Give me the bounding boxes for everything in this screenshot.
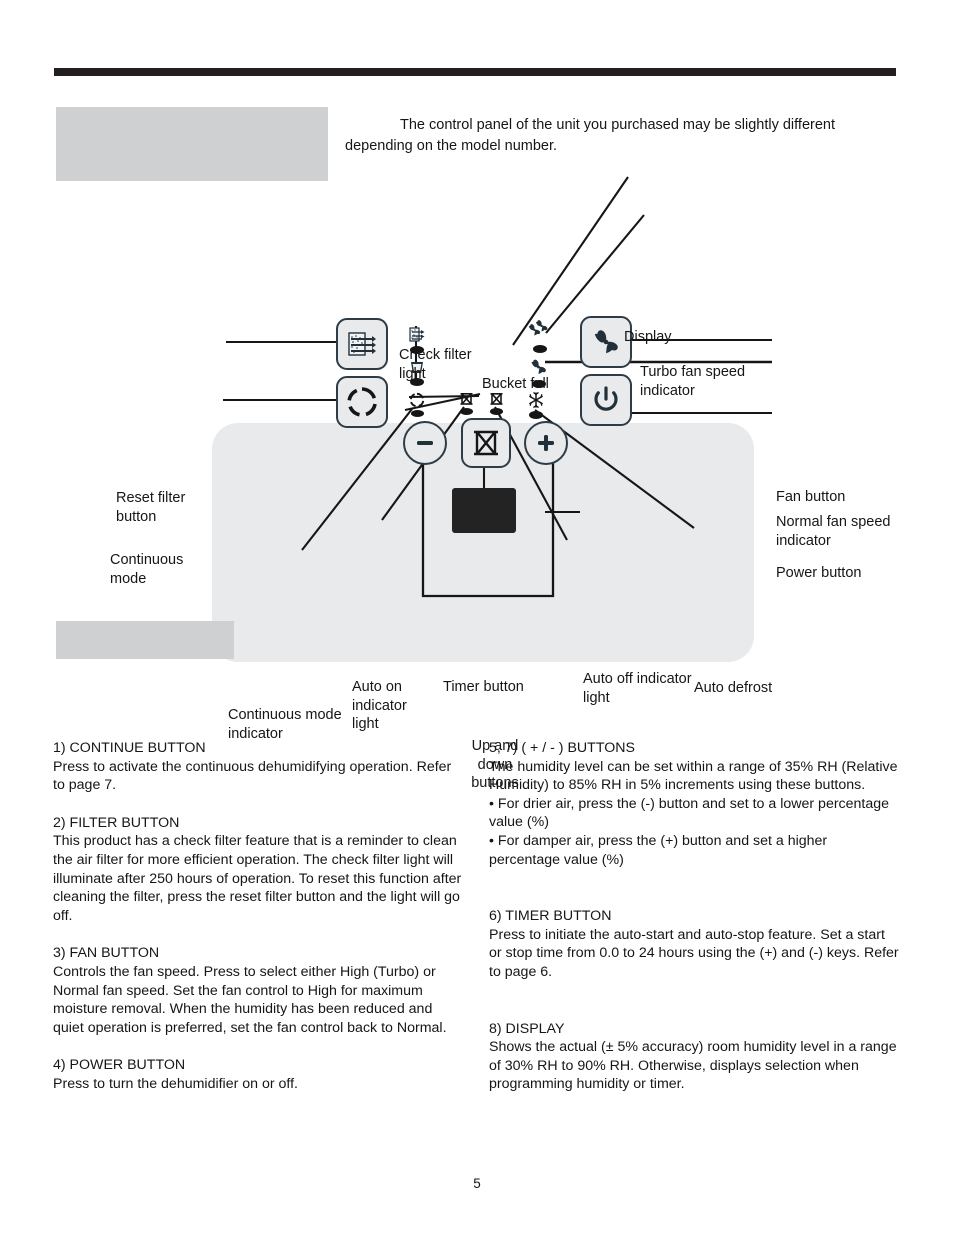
hourglass-small-icon	[460, 392, 473, 405]
section-body: This product has a check filter feature …	[53, 833, 462, 924]
label-reset-filter-button: Reset filter button	[116, 490, 186, 525]
label-display: Display	[624, 329, 672, 345]
auto-on-led	[460, 408, 473, 415]
right-text-column: 5, 7) ( + / - ) BUTTONS The humidity lev…	[489, 739, 899, 1094]
label-auto-defrost: Auto defrost	[694, 680, 773, 696]
fan-icon	[594, 330, 618, 354]
control-panel-diagram: Check filter light Bucket full Display T…	[0, 160, 954, 791]
section-body: Controls the fan speed. Press to select …	[53, 963, 447, 1036]
column-spacer	[489, 1001, 899, 1020]
section-body: Press to turn the dehumidifier on or off…	[53, 1075, 298, 1092]
continuous-mode-button[interactable]	[336, 376, 388, 428]
auto-defrost-led	[529, 411, 543, 419]
plus-icon	[538, 435, 554, 451]
double-fan-icon	[528, 320, 548, 336]
turbo-fan-led	[533, 345, 547, 353]
intro-paragraph: The control panel of the unit you purcha…	[345, 117, 835, 154]
section-heading: 1) CONTINUE BUTTON	[53, 740, 206, 756]
power-icon	[594, 386, 618, 411]
section-heading: 6) TIMER BUTTON	[489, 908, 612, 925]
label-bucket-full: Bucket full	[482, 376, 549, 392]
hourglass-small-icon	[490, 392, 503, 405]
section-plus-minus-buttons: 5, 7) ( + / - ) BUTTONS The humidity lev…	[489, 739, 899, 869]
label-turbo-fan-speed-indicator: Turbo fan speed indicator	[640, 364, 746, 399]
section-heading: 8) DISPLAY	[489, 1020, 565, 1037]
auto-off-indicator	[489, 392, 504, 415]
section-body: Press to initiate the auto-start and aut…	[489, 926, 899, 980]
continuous-mode-led	[410, 410, 424, 417]
column-spacer	[489, 888, 899, 907]
section-bullet: • For drier air, press the (-) button an…	[489, 795, 890, 831]
label-timer-button: Timer button	[443, 679, 524, 695]
section-body: Shows the actual (± 5% accuracy) room hu…	[489, 1039, 897, 1093]
label-normal-fan-speed-indicator: Normal fan speed indicator	[776, 514, 891, 549]
label-auto-off-indicator-light: Auto off indicator light	[583, 671, 692, 706]
single-fan-icon	[531, 359, 546, 374]
redacted-subheading-block	[56, 621, 234, 659]
header-rule	[54, 68, 896, 76]
continuous-cycle-icon	[347, 387, 377, 417]
section-timer-button: 6) TIMER BUTTON Press to initiate the au…	[489, 907, 899, 981]
section-heading: 3) FAN BUTTON	[53, 945, 160, 962]
section-power-button: 4) POWER BUTTON Press to turn the dehumi…	[53, 1056, 463, 1093]
section-fan-button: 3) FAN BUTTON Controls the fan speed. Pr…	[53, 944, 463, 1037]
label-auto-on-indicator-light: Auto on indicator light	[352, 679, 407, 732]
label-continuous-mode-indicator: Continuous mode indicator	[228, 707, 342, 742]
filter-arrows-small-icon	[409, 327, 425, 342]
page-number: 5	[473, 1176, 481, 1191]
auto-defrost-indicator	[528, 392, 544, 419]
label-continuous-mode: Continuous mode	[110, 552, 184, 587]
section-heading: 2) FILTER BUTTON	[53, 814, 180, 831]
lcd-display	[452, 488, 516, 533]
section-body: The humidity level can be set within a r…	[489, 758, 898, 794]
section-heading: 4) POWER BUTTON	[53, 1057, 186, 1074]
label-fan-button: Fan button	[776, 489, 846, 505]
section-filter-button: 2) FILTER BUTTON This product has a chec…	[53, 814, 463, 926]
snowflake-icon	[529, 392, 543, 408]
decrease-button[interactable]	[403, 421, 447, 465]
left-text-column: 1) CONTINUE BUTTON Press to activate the…	[53, 739, 463, 1094]
section-heading: 5, 7) ( + / - ) BUTTONS	[489, 740, 635, 756]
filter-arrows-icon	[348, 332, 376, 356]
timer-button[interactable]	[461, 418, 511, 468]
reset-filter-button[interactable]	[336, 318, 388, 370]
auto-on-indicator	[459, 392, 474, 415]
minus-icon	[417, 441, 433, 445]
section-display: 8) DISPLAY Shows the actual (± 5% accura…	[489, 1020, 899, 1094]
section-bullet: • For damper air, press the (+) button a…	[489, 832, 828, 868]
section-continue-button: 1) CONTINUE BUTTON Press to activate the…	[53, 739, 463, 795]
auto-off-led	[490, 408, 503, 415]
continuous-mode-indicator	[409, 392, 425, 417]
hourglass-timer-icon	[474, 430, 498, 456]
continuous-cycle-small-icon	[409, 392, 425, 407]
turbo-fan-speed-indicator	[527, 318, 553, 353]
increase-button[interactable]	[524, 421, 568, 465]
label-power-button: Power button	[776, 565, 862, 581]
section-body: Press to activate the continuous dehumid…	[53, 758, 452, 794]
